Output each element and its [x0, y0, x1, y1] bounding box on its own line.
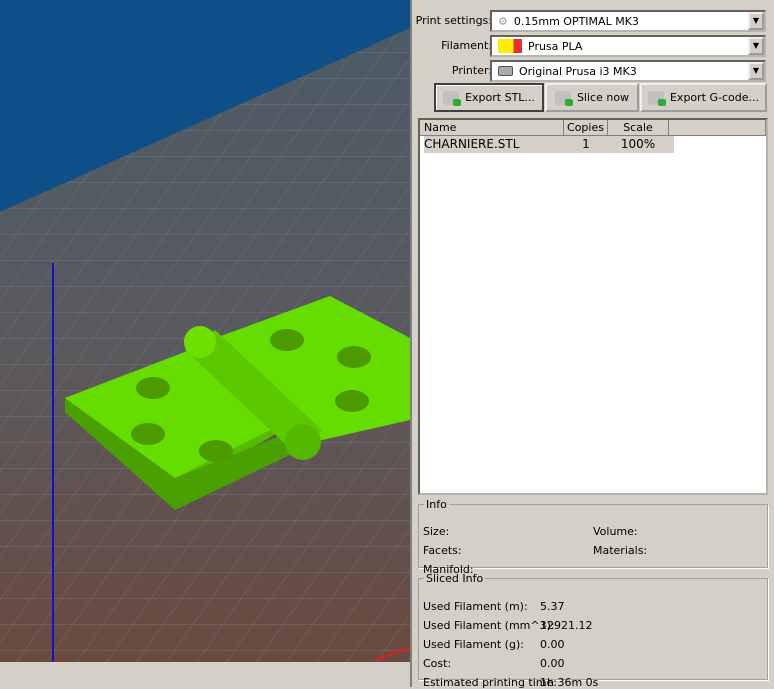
object-list[interactable]: Name Copies Scale CHARNIERE.STL 1 100% — [418, 118, 768, 495]
slice-now-label: Slice now — [576, 91, 630, 104]
printer-value: Original Prusa i3 MK3 — [519, 64, 637, 78]
print-settings-value: 0.15mm OPTIMAL MK3 — [513, 14, 639, 28]
slice-now-button[interactable]: Slice now — [545, 83, 639, 112]
list-item[interactable]: CHARNIERE.STL 1 100% — [424, 136, 674, 153]
printer-select[interactable]: Original Prusa i3 MK3 ▼ — [490, 60, 766, 82]
filament-label: Filament: — [441, 39, 492, 52]
filament-color-swatch-icon — [498, 39, 522, 53]
export-stl-button[interactable]: Export STL... — [434, 83, 544, 112]
used-filament-m-value: 5.37 — [540, 600, 565, 613]
3d-scene[interactable] — [0, 0, 410, 662]
export-stl-icon — [443, 90, 462, 106]
object-name: CHARNIERE.STL — [424, 137, 520, 151]
object-copies: 1 — [582, 137, 590, 151]
materials-label: Materials: — [593, 544, 648, 557]
info-title: Info — [426, 498, 447, 511]
used-filament-mm3-value: 12921.12 — [540, 619, 593, 632]
column-header-name[interactable]: Name — [420, 120, 564, 136]
print-time-value: 1h 36m 0s — [540, 676, 599, 689]
printer-row: Printer: Original Prusa i3 MK3 ▼ — [412, 60, 774, 82]
cost-label: Cost: — [423, 657, 452, 670]
column-header-copies[interactable]: Copies — [564, 120, 608, 136]
object-scale: 100% — [620, 137, 656, 151]
size-label: Size: — [423, 525, 450, 538]
print-time-label: Estimated printing time: — [423, 676, 557, 689]
used-filament-g-value: 0.00 — [540, 638, 565, 651]
filament-select[interactable]: Prusa PLA ▼ — [490, 35, 766, 57]
export-gcode-label: Export G-code... — [669, 91, 759, 104]
gear-icon: ⚙ — [498, 14, 508, 28]
chevron-down-icon[interactable]: ▼ — [748, 62, 764, 80]
filament-row: Filament: Prusa PLA ▼ — [412, 35, 774, 57]
printer-icon — [498, 66, 513, 76]
export-stl-label: Export STL... — [465, 91, 535, 104]
list-header: Name Copies Scale — [420, 120, 766, 136]
sliced-info-group: Sliced Info Used Filament (m): 5.37 Used… — [418, 572, 768, 689]
3d-viewport[interactable] — [0, 0, 410, 662]
settings-panel: Print settings: ⚙ 0.15mm OPTIMAL MK3 ▼ F… — [410, 0, 774, 689]
filament-value: Prusa PLA — [528, 39, 583, 53]
column-header-scale[interactable]: Scale — [608, 120, 669, 136]
cost-value: 0.00 — [540, 657, 565, 670]
used-filament-m-label: Used Filament (m): — [423, 600, 528, 613]
chevron-down-icon[interactable]: ▼ — [748, 37, 764, 55]
print-settings-label: Print settings: — [415, 14, 492, 27]
used-filament-g-label: Used Filament (g): — [423, 638, 524, 651]
export-gcode-icon — [647, 90, 666, 106]
used-filament-mm3-label: Used Filament (mm^3): — [423, 619, 555, 632]
slice-eye-icon — [554, 90, 573, 106]
facets-label: Facets: — [423, 544, 462, 557]
print-settings-row: Print settings: ⚙ 0.15mm OPTIMAL MK3 ▼ — [412, 10, 774, 32]
volume-label: Volume: — [593, 525, 638, 538]
sliced-info-title: Sliced Info — [426, 572, 484, 585]
export-gcode-button[interactable]: Export G-code... — [640, 83, 767, 112]
info-group: Info Size: Volume: Facets: Materials: Ma… — [418, 498, 768, 576]
print-settings-select[interactable]: ⚙ 0.15mm OPTIMAL MK3 ▼ — [490, 10, 766, 32]
printer-label: Printer: — [451, 64, 492, 77]
chevron-down-icon[interactable]: ▼ — [748, 12, 764, 30]
